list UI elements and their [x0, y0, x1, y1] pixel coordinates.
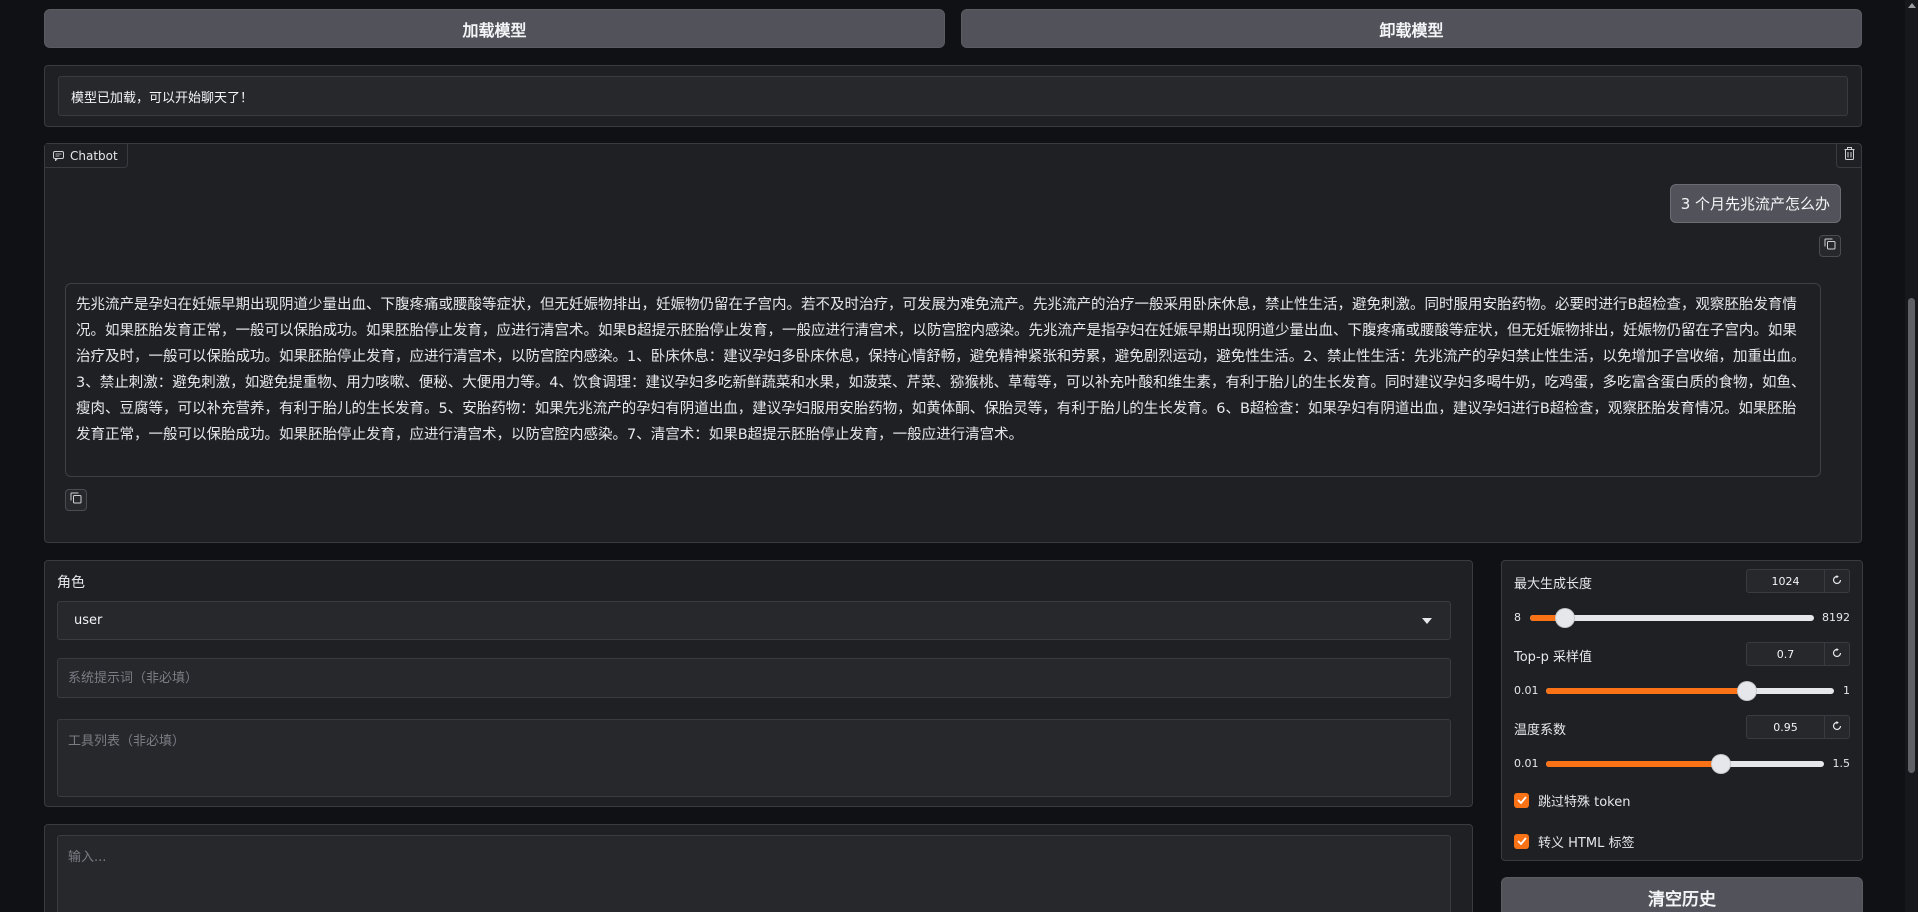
max-length-thumb[interactable] [1556, 609, 1575, 627]
checkmark-icon [1516, 834, 1527, 849]
temperature-slider[interactable]: 0.01 1.5 [1514, 755, 1850, 773]
load-model-button[interactable]: 加载模型 [44, 9, 945, 48]
skip-special-tokens-label: 跳过特殊 token [1538, 795, 1631, 810]
chatbot-label-text: Chatbot [70, 148, 118, 163]
role-select[interactable]: user [57, 601, 1451, 640]
input-panel: 角色 user [44, 560, 1473, 807]
max-length-value[interactable]: 1024 [1747, 570, 1825, 592]
status-message: 模型已加载，可以开始聊天了！ [58, 76, 1848, 116]
top-p-number-input[interactable]: 0.7 [1746, 642, 1850, 666]
top-p-value[interactable]: 0.7 [1747, 643, 1825, 665]
temperature-track[interactable] [1546, 755, 1824, 773]
temperature-value[interactable]: 0.95 [1747, 716, 1825, 738]
status-panel: 模型已加载，可以开始聊天了！ [44, 65, 1862, 127]
max-length-number-input[interactable]: 1024 [1746, 569, 1850, 593]
escape-html-option[interactable]: 转义 HTML 标签 [1514, 832, 1634, 851]
chevron-down-icon [1422, 613, 1432, 628]
temperature-label: 温度系数 [1514, 723, 1567, 738]
copy-icon [1824, 238, 1836, 254]
clear-history-button[interactable]: 清空历史 [1501, 877, 1863, 912]
trash-icon [1844, 147, 1855, 164]
max-length-reset-button[interactable] [1825, 570, 1849, 592]
top-p-reset-button[interactable] [1825, 643, 1849, 665]
max-length-track[interactable] [1530, 609, 1814, 627]
top-p-track-fill [1546, 688, 1747, 694]
max-length-slider-group: 最大生成长度 1024 8 8192 [1514, 569, 1850, 633]
top-p-max: 1 [1843, 684, 1850, 697]
system-prompt-input[interactable] [57, 658, 1451, 698]
reset-icon [1832, 719, 1842, 735]
temperature-max: 1.5 [1832, 757, 1851, 770]
top-p-slider[interactable]: 0.01 1 [1514, 682, 1850, 700]
temperature-min: 0.01 [1514, 757, 1539, 770]
page-scrollbar[interactable] [1905, 0, 1918, 912]
tools-input[interactable] [57, 719, 1451, 797]
chat-bubble-icon [53, 150, 64, 161]
max-length-max: 8192 [1822, 611, 1850, 624]
copy-assistant-message-button[interactable] [65, 489, 87, 511]
temperature-reset-button[interactable] [1825, 716, 1849, 738]
max-length-label: 最大生成长度 [1514, 577, 1593, 592]
temperature-slider-group: 温度系数 0.95 0.01 1.5 [1514, 715, 1850, 779]
message-input-panel [44, 824, 1473, 912]
scroll-up-arrow-icon[interactable] [1908, 3, 1916, 8]
top-p-slider-group: Top-p 采样值 0.7 0.01 1 [1514, 642, 1850, 706]
top-p-label: Top-p 采样值 [1514, 650, 1593, 665]
unload-model-button[interactable]: 卸载模型 [961, 9, 1862, 48]
skip-special-tokens-checkbox[interactable] [1514, 793, 1529, 808]
chatbot-label: Chatbot [45, 144, 128, 168]
escape-html-label: 转义 HTML 标签 [1538, 836, 1635, 851]
assistant-message: 先兆流产是孕妇在妊娠早期出现阴道少量出血、下腹疼痛或腰酸等症状，但无妊娠物排出，… [65, 283, 1821, 477]
top-p-min: 0.01 [1514, 684, 1539, 697]
scrollbar-thumb[interactable] [1908, 298, 1915, 773]
top-p-track[interactable] [1546, 682, 1834, 700]
checkmark-icon [1516, 793, 1527, 808]
role-label: 角色 [57, 575, 85, 591]
settings-panel: 最大生成长度 1024 8 8192 Top-p 采样值 0.7 0.01 1 … [1501, 560, 1863, 861]
temperature-number-input[interactable]: 0.95 [1746, 715, 1850, 739]
message-input[interactable] [57, 835, 1451, 912]
temperature-thumb[interactable] [1712, 755, 1731, 773]
copy-icon [70, 492, 82, 508]
copy-user-message-button[interactable] [1819, 235, 1841, 257]
max-length-slider[interactable]: 8 8192 [1514, 609, 1850, 627]
temperature-track-fill [1546, 761, 1722, 767]
max-length-min: 8 [1514, 611, 1521, 624]
reset-icon [1832, 646, 1842, 662]
reset-icon [1832, 573, 1842, 589]
app-page: 加载模型 卸载模型 模型已加载，可以开始聊天了！ Chatbot 3 个月先兆流… [0, 0, 1918, 912]
chatbot-panel: Chatbot 3 个月先兆流产怎么办 先兆流产是孕妇在妊娠早期出现阴道少量出血… [44, 143, 1862, 543]
top-p-thumb[interactable] [1737, 682, 1756, 700]
clear-chat-button[interactable] [1836, 144, 1861, 168]
role-select-value: user [74, 613, 103, 628]
skip-special-tokens-option[interactable]: 跳过特殊 token [1514, 791, 1631, 810]
user-message: 3 个月先兆流产怎么办 [1669, 184, 1841, 223]
escape-html-checkbox[interactable] [1514, 834, 1529, 849]
